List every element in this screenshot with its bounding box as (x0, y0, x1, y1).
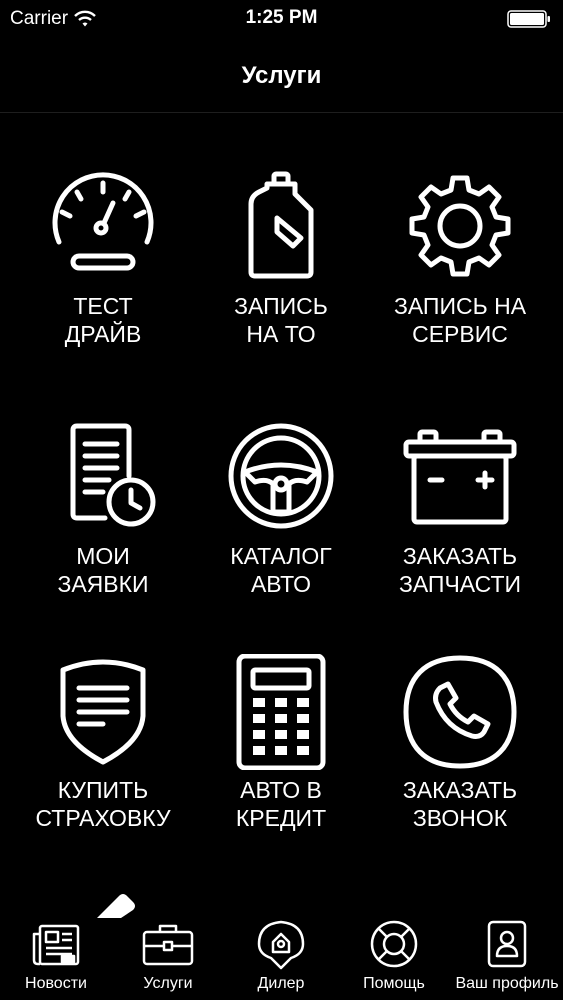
service-label: ЗАКАЗАТЬ (402, 543, 518, 569)
tab-profile[interactable]: Ваш профиль (451, 916, 563, 1000)
status-bar: Carrier 1:25 PM (0, 0, 563, 40)
tab-bar: Новости Услуги Дилер Помощь Ваш профиль (0, 890, 563, 1000)
service-label: НА ТО (246, 321, 316, 347)
service-label: АВТО (250, 571, 312, 597)
service-my-requests[interactable]: МОИ ЗАЯВКИ (13, 420, 193, 598)
service-label: КАТАЛОГ (230, 543, 332, 569)
calculator-icon (236, 654, 326, 770)
service-label: ЗАЯВКИ (57, 571, 149, 597)
speedometer-icon (52, 172, 154, 271)
service-label: АВТО В (240, 777, 322, 803)
service-test-drive[interactable]: ТЕСТ ДРАЙВ (13, 170, 193, 348)
service-car-catalog[interactable]: КАТАЛОГ АВТО (191, 420, 371, 598)
navigation-bar: Услуги (0, 40, 563, 113)
newspaper-icon (32, 924, 80, 966)
service-maintenance[interactable]: ЗАПИСЬ НА ТО (191, 170, 371, 348)
service-label: КУПИТЬ (57, 777, 149, 803)
service-label: КРЕДИТ (235, 805, 327, 831)
service-appointment[interactable]: ЗАПИСЬ НА СЕРВИС (370, 170, 550, 348)
dealer-location-icon (257, 920, 305, 970)
service-label: ЗАПИСЬ (234, 293, 328, 319)
tab-label: Помощь (363, 975, 425, 992)
tab-dealer[interactable]: Дилер (225, 916, 337, 1000)
phone-icon (403, 655, 517, 769)
service-label: МОИ (76, 543, 130, 569)
service-buy-insurance[interactable]: КУПИТЬ СТРАХОВКУ (13, 654, 193, 832)
service-label: ДРАЙВ (64, 321, 142, 347)
gear-icon (409, 175, 511, 277)
tab-label: Услуги (143, 975, 193, 992)
status-time: 1:25 PM (245, 7, 318, 28)
service-label: ТЕСТ (73, 293, 133, 319)
service-label: СТРАХОВКУ (35, 805, 171, 831)
document-clock-icon (70, 423, 156, 527)
battery-icon (403, 429, 517, 525)
profile-icon (487, 920, 527, 968)
tab-news[interactable]: Новости (0, 916, 112, 1000)
service-label: СЕРВИС (412, 321, 508, 347)
tab-label: Новости (25, 975, 87, 992)
steering-wheel-icon (228, 423, 334, 529)
service-order-parts[interactable]: ЗАКАЗАТЬ ЗАПЧАСТИ (370, 420, 550, 598)
service-label: ЗАПЧАСТИ (398, 571, 522, 597)
battery-status-icon (507, 10, 550, 28)
page-title: Услуги (241, 62, 322, 89)
service-label: ЗАКАЗАТЬ (402, 777, 518, 803)
oil-canister-icon (248, 171, 314, 279)
tab-services[interactable]: Услуги (112, 916, 224, 1000)
service-request-call[interactable]: ЗАКАЗАТЬ ЗВОНОК (370, 654, 550, 832)
shield-document-icon (60, 659, 146, 765)
service-car-credit[interactable]: АВТО В КРЕДИТ (191, 654, 371, 832)
briefcase-icon (142, 924, 194, 966)
tab-label: Ваш профиль (455, 975, 559, 992)
lifebuoy-icon (370, 920, 418, 968)
service-label: ЗВОНОК (412, 805, 508, 831)
tab-label: Дилер (257, 975, 305, 992)
service-label: ЗАПИСЬ НА (393, 293, 527, 319)
tab-help[interactable]: Помощь (338, 916, 450, 1000)
